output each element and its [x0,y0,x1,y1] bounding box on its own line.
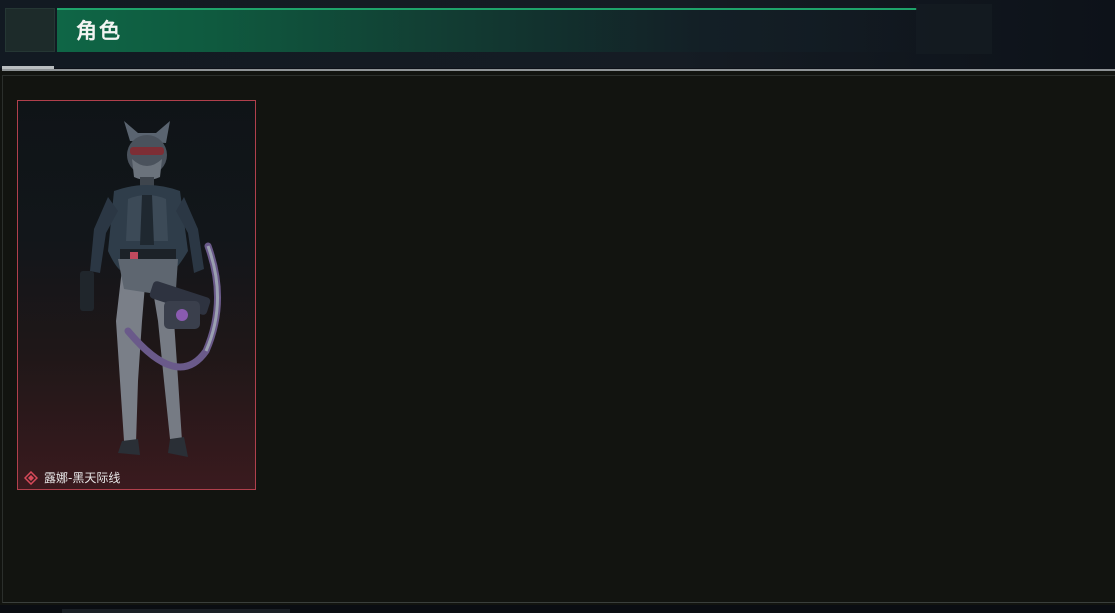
page: 角色 露娜-黑天际线 [0,0,1115,613]
red-diamond-icon [24,471,38,485]
header-accent-box [5,8,55,52]
character-portrait-image [80,121,222,457]
header: 角色 [0,0,1115,68]
character-card-footer: 露娜-黑天际线 [24,469,120,487]
character-card[interactable]: 露娜-黑天际线 [17,100,256,490]
bottom-strip-segment [62,609,290,613]
character-name: 露娜-黑天际线 [44,471,121,485]
header-decoration [916,4,992,54]
header-title-bar [57,8,917,52]
header-divider [2,69,1115,71]
page-title: 角色 [76,19,122,43]
